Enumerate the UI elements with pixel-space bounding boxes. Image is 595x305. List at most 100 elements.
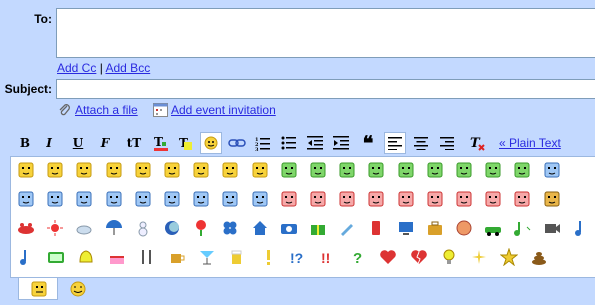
yellow-face-icon[interactable] — [105, 161, 123, 179]
computer-icon[interactable] — [397, 219, 415, 237]
italic-button[interactable]: I — [38, 132, 60, 154]
subject-field[interactable] — [56, 79, 595, 99]
cocktail-icon[interactable] — [198, 248, 216, 266]
red-face-icon[interactable] — [426, 190, 444, 208]
blue-face-icon[interactable] — [543, 161, 561, 179]
clover-icon[interactable] — [221, 219, 239, 237]
film-icon[interactable] — [543, 219, 561, 237]
music-note-icon[interactable] — [513, 219, 531, 237]
car-icon[interactable] — [484, 219, 502, 237]
add-cc-link[interactable]: Add Cc — [57, 61, 96, 75]
yellow-face-icon[interactable] — [75, 161, 93, 179]
yellow-face-icon[interactable] — [192, 161, 210, 179]
beer-icon[interactable] — [228, 248, 246, 266]
sun-icon[interactable] — [46, 219, 64, 237]
note-icon[interactable] — [572, 219, 590, 237]
flower-icon[interactable] — [192, 219, 210, 237]
double-exclaim-icon[interactable]: !! — [319, 248, 337, 266]
add-event-invitation-link[interactable]: Add event invitation — [171, 103, 276, 117]
outdent-icon[interactable] — [304, 132, 326, 154]
question-exclaim-icon[interactable]: !? — [289, 248, 307, 266]
orange-face-icon[interactable] — [543, 190, 561, 208]
font-button[interactable]: F — [94, 132, 116, 154]
align-right-icon[interactable] — [436, 132, 458, 154]
poop-icon[interactable] — [530, 248, 548, 266]
quote-icon[interactable]: ❝ — [357, 131, 379, 155]
gift-icon[interactable] — [309, 219, 327, 237]
align-center-icon[interactable] — [410, 132, 432, 154]
red-face-icon[interactable] — [280, 190, 298, 208]
bulb-icon[interactable] — [440, 248, 458, 266]
moon-icon[interactable] — [163, 219, 181, 237]
heart-icon[interactable] — [379, 248, 397, 266]
briefcase-icon[interactable] — [426, 219, 444, 237]
underline-button[interactable]: U — [67, 132, 89, 154]
indent-icon[interactable] — [330, 132, 352, 154]
utensils-icon[interactable] — [138, 248, 156, 266]
blue-face-icon[interactable] — [163, 190, 181, 208]
highlight-icon[interactable]: T — [174, 132, 196, 154]
green-face-icon[interactable] — [484, 161, 502, 179]
cup-icon[interactable] — [168, 248, 186, 266]
numbered-list-icon[interactable]: 123 — [252, 132, 274, 154]
green-face-icon[interactable] — [397, 161, 415, 179]
yellow-face-icon[interactable] — [163, 161, 181, 179]
emoticon-tab-2[interactable] — [58, 278, 98, 300]
yellow-face-icon[interactable] — [221, 161, 239, 179]
cloud-icon[interactable] — [75, 219, 93, 237]
ball-icon[interactable] — [455, 219, 473, 237]
add-bcc-link[interactable]: Add Bcc — [106, 61, 151, 75]
red-face-icon[interactable] — [455, 190, 473, 208]
font-size-button[interactable]: tT — [121, 132, 147, 154]
blue-face-icon[interactable] — [75, 190, 93, 208]
yellow-face-icon[interactable] — [134, 161, 152, 179]
blue-face-icon[interactable] — [251, 190, 269, 208]
green-face-icon[interactable] — [455, 161, 473, 179]
green-face-icon[interactable] — [426, 161, 444, 179]
attach-file-link[interactable]: Attach a file — [75, 103, 138, 117]
green-face-icon[interactable] — [309, 161, 327, 179]
blue-face-icon[interactable] — [46, 190, 64, 208]
emoticon-button[interactable] — [200, 132, 222, 154]
crab-icon[interactable] — [17, 219, 35, 237]
green-face-icon[interactable] — [367, 161, 385, 179]
house-icon[interactable] — [251, 219, 269, 237]
blue-face-icon[interactable] — [17, 190, 35, 208]
red-face-icon[interactable] — [513, 190, 531, 208]
yellow-face-icon[interactable] — [17, 161, 35, 179]
red-face-icon[interactable] — [397, 190, 415, 208]
align-left-icon[interactable] — [384, 132, 406, 154]
blue-face-icon[interactable] — [192, 190, 210, 208]
cake-icon[interactable] — [108, 248, 126, 266]
phone-icon[interactable] — [367, 219, 385, 237]
snowman-icon[interactable] — [134, 219, 152, 237]
link-icon[interactable] — [226, 132, 248, 154]
sparkle-icon[interactable] — [470, 248, 488, 266]
plain-text-link[interactable]: « Plain Text — [499, 136, 561, 150]
tv-icon[interactable] — [47, 248, 65, 266]
red-face-icon[interactable] — [484, 190, 502, 208]
broken-heart-icon[interactable] — [410, 248, 428, 266]
red-face-icon[interactable] — [367, 190, 385, 208]
green-face-icon[interactable] — [338, 161, 356, 179]
question-icon[interactable]: ? — [349, 248, 367, 267]
green-face-icon[interactable] — [513, 161, 531, 179]
yellow-face-icon[interactable] — [46, 161, 64, 179]
text-color-icon[interactable]: T — [150, 132, 172, 154]
note-icon[interactable] — [17, 248, 35, 266]
exclamation-icon[interactable] — [259, 248, 277, 266]
blue-face-icon[interactable] — [221, 190, 239, 208]
to-field[interactable] — [56, 8, 595, 58]
bulleted-list-icon[interactable] — [278, 132, 300, 154]
blue-face-icon[interactable] — [134, 190, 152, 208]
red-face-icon[interactable] — [309, 190, 327, 208]
star-icon[interactable] — [499, 247, 519, 267]
pencil-icon[interactable] — [338, 219, 356, 237]
green-face-icon[interactable] — [280, 161, 298, 179]
bold-button[interactable]: B — [14, 132, 36, 154]
remove-formatting-icon[interactable]: T — [466, 132, 488, 154]
blue-face-icon[interactable] — [105, 190, 123, 208]
red-face-icon[interactable] — [338, 190, 356, 208]
camera-icon[interactable] — [280, 219, 298, 237]
emoticon-tab-1[interactable] — [18, 278, 58, 300]
